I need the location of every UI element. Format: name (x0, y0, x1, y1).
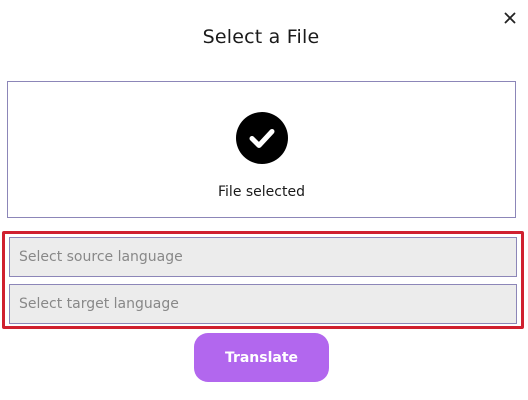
dialog-title: Select a File (202, 26, 320, 48)
file-status-text: File selected (218, 184, 305, 200)
source-language-input[interactable] (9, 237, 517, 277)
close-icon (504, 12, 516, 24)
check-circle-icon (236, 112, 288, 164)
close-button[interactable] (501, 9, 519, 27)
select-file-dialog: Select a File File selected Translate (0, 0, 528, 400)
target-language-input[interactable] (9, 284, 517, 324)
translate-button[interactable]: Translate (194, 333, 329, 382)
language-selection-group (2, 231, 524, 329)
file-dropzone[interactable]: File selected (7, 81, 516, 218)
